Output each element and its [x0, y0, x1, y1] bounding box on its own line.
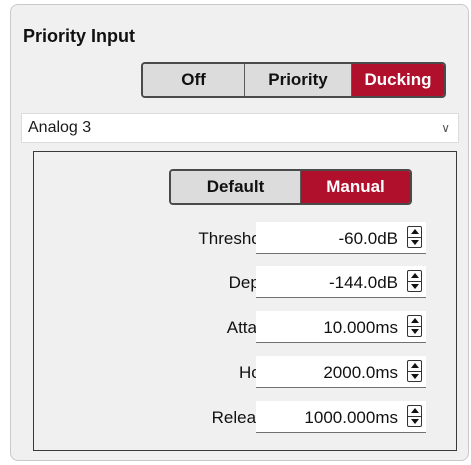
spinner-arrows-icon[interactable]: [407, 405, 422, 427]
hold-field[interactable]: 2000.0ms: [256, 356, 426, 388]
release-row: Release 1000.000ms: [34, 401, 454, 433]
depth-field[interactable]: -144.0dB: [256, 266, 426, 298]
spinner-arrows-icon[interactable]: [407, 270, 422, 292]
attack-field[interactable]: 10.000ms: [256, 311, 426, 343]
input-select[interactable]: Analog 3 ∨: [21, 113, 459, 143]
spin-down-icon[interactable]: [408, 327, 421, 337]
spin-down-icon[interactable]: [408, 282, 421, 292]
spin-up-icon[interactable]: [408, 227, 421, 238]
mode-priority-button[interactable]: Priority: [245, 64, 352, 96]
default-button[interactable]: Default: [171, 171, 301, 203]
threshold-value: -60.0dB: [338, 229, 398, 248]
release-field[interactable]: 1000.000ms: [256, 401, 426, 433]
mode-off-button[interactable]: Off: [143, 64, 245, 96]
mode-selector: Off Priority Ducking: [141, 62, 446, 98]
spinner-arrows-icon[interactable]: [407, 226, 422, 248]
attack-row: Attack 10.000ms: [34, 311, 454, 343]
spin-up-icon[interactable]: [408, 316, 421, 327]
mode-ducking-button[interactable]: Ducking: [352, 64, 444, 96]
spin-up-icon[interactable]: [408, 271, 421, 282]
spin-down-icon[interactable]: [408, 417, 421, 427]
hold-value: 2000.0ms: [323, 363, 398, 382]
threshold-row: Threshold -60.0dB: [34, 222, 454, 254]
section-title: Priority Input: [23, 26, 135, 46]
hold-row: Hold 2000.0ms: [34, 356, 454, 388]
chevron-down-icon: ∨: [441, 121, 450, 135]
spinner-arrows-icon[interactable]: [407, 315, 422, 337]
spin-up-icon[interactable]: [408, 406, 421, 417]
attack-value: 10.000ms: [323, 318, 398, 337]
depth-row: Depth -144.0dB: [34, 266, 454, 298]
spin-down-icon[interactable]: [408, 372, 421, 382]
input-select-value: Analog 3: [28, 119, 92, 136]
setting-selector: Default Manual: [169, 169, 412, 205]
manual-button[interactable]: Manual: [301, 171, 410, 203]
spinner-arrows-icon[interactable]: [407, 360, 422, 382]
release-value: 1000.000ms: [304, 408, 398, 427]
threshold-field[interactable]: -60.0dB: [256, 222, 426, 254]
depth-value: -144.0dB: [329, 273, 398, 292]
spin-down-icon[interactable]: [408, 238, 421, 248]
spin-up-icon[interactable]: [408, 361, 421, 372]
